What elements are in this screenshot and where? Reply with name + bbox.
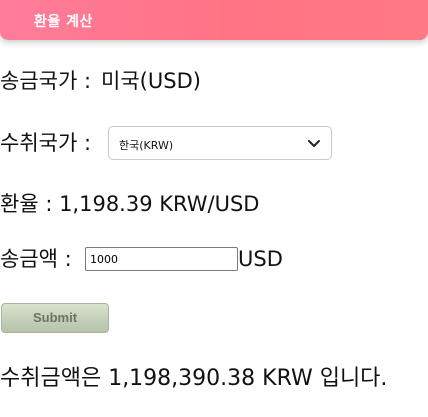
header-bar: 환율 계산 (0, 0, 428, 40)
receiving-country-selected: 한국(KRW) (119, 139, 174, 152)
chevron-down-icon (308, 140, 320, 147)
receiving-country-select[interactable]: 한국(KRW) (108, 126, 332, 160)
submit-button[interactable]: Submit (1, 303, 109, 333)
amount-label: 송금액 : (0, 247, 72, 271)
exchange-calculator-page: 환율 계산 송금국가 : 미국(USD) 수취국가 : 한국(KRW) 환율 : … (0, 0, 428, 417)
sending-country-row: 송금국가 : 미국(USD) (0, 68, 201, 94)
sending-country-label: 송금국가 : (0, 69, 92, 93)
amount-input[interactable] (85, 247, 238, 271)
page-title: 환율 계산 (34, 14, 93, 30)
amount-unit: USD (238, 247, 283, 271)
result-text: 수취금액은 1,198,390.38 KRW 입니다. (0, 366, 388, 391)
receiving-country-row: 수취국가 : (0, 130, 91, 156)
receiving-country-label: 수취국가 : (0, 131, 92, 155)
sending-country-value: 미국(USD) (101, 69, 201, 93)
exchange-rate-text: 환율 : 1,198.39 KRW/USD (0, 192, 260, 216)
